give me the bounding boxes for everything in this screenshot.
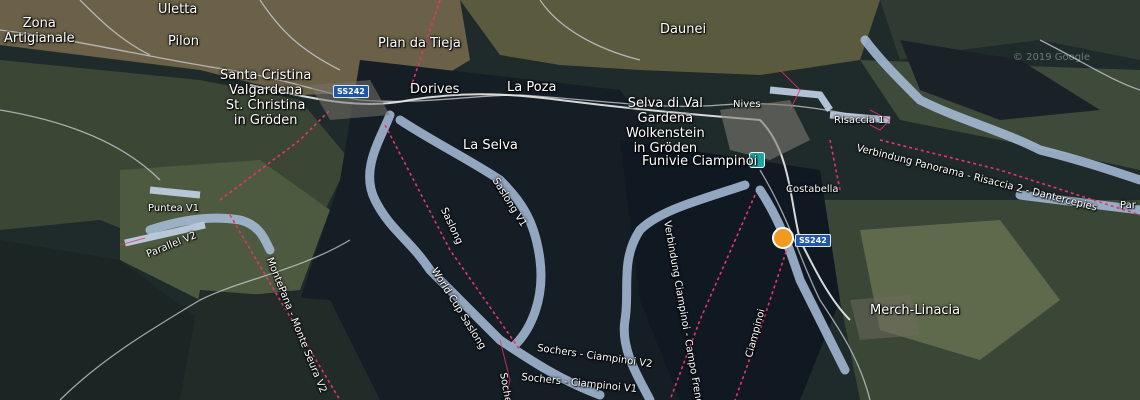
place-label: Daunei <box>660 22 707 37</box>
home-marker-icon[interactable] <box>772 227 794 249</box>
road-badge-ss242: SS242 <box>795 234 831 247</box>
place-label: Costabella <box>786 184 839 195</box>
map-copyright: © 2019 Google <box>1012 52 1090 63</box>
terrain-layer <box>0 0 1140 400</box>
place-label: Nives <box>733 99 761 110</box>
place-label: La Poza <box>507 80 557 95</box>
place-label: Merch-Linacia <box>870 303 961 318</box>
place-label: Selva di Val Gardena Wolkenstein in Gröd… <box>626 96 705 156</box>
place-label: Plan da Tieja <box>378 36 461 51</box>
piste-label: Par <box>1120 200 1136 211</box>
place-label: La Selva <box>463 138 518 153</box>
place-label: Pilon <box>168 34 199 49</box>
place-label: Santa Cristina Valgardena St. Christina … <box>220 68 312 128</box>
road-badge-ss242: SS242 <box>333 85 369 98</box>
piste-label: Puntea V1 <box>148 203 200 214</box>
place-label: Dorives <box>410 82 460 97</box>
satellite-map[interactable]: SS242 SS242 © 2019 Google Zona Artigiana… <box>0 0 1140 400</box>
piste-label: Risaccia 1 <box>834 115 885 126</box>
place-label: Uletta <box>158 2 198 17</box>
place-label: Funivie Ciampinoi <box>642 154 758 169</box>
place-label: Zona Artigianale <box>4 16 75 46</box>
